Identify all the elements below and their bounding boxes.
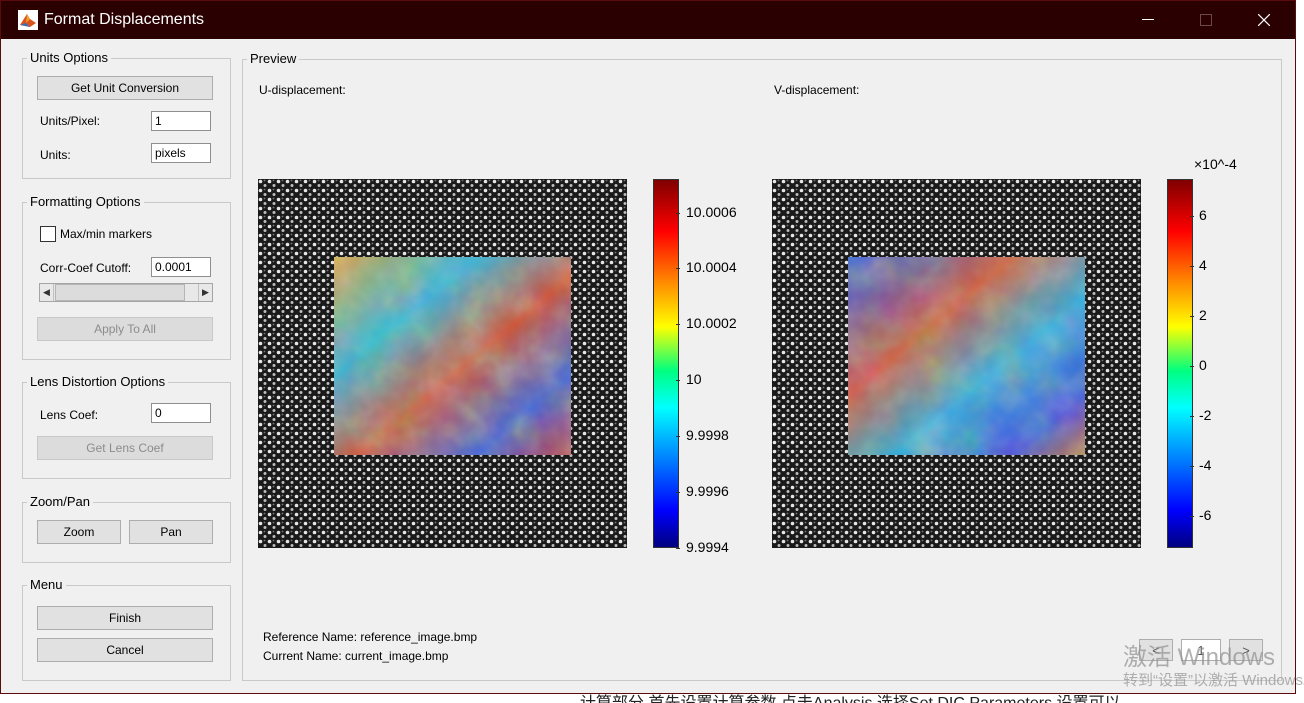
get-unit-conversion-button[interactable]: Get Unit Conversion (37, 76, 213, 100)
colorbar-tick-label: 10.0004 (686, 259, 737, 276)
colorbar-tick-mark (676, 380, 680, 382)
get-lens-coef-button[interactable]: Get Lens Coef (37, 436, 213, 460)
colorbar-tick-label: -6 (1199, 506, 1212, 523)
colorbar-tick-mark (676, 268, 680, 270)
colorbar-tick-mark (1190, 316, 1194, 318)
max-min-markers-label: Max/min markers (60, 227, 153, 241)
max-min-markers-checkbox[interactable] (40, 226, 56, 242)
colorbar-tick-mark (676, 548, 680, 549)
colorbar-tick-label: 2 (1199, 307, 1207, 324)
colorbar-tick-label: 9.9996 (686, 483, 729, 500)
lens-distortion-group: Lens Distortion Options (22, 374, 231, 479)
colorbar-tick-mark (676, 212, 680, 214)
v-displacement-label: V-displacement: (774, 83, 860, 97)
colorbar-tick-mark (1190, 465, 1194, 467)
v-colorbar (1167, 179, 1193, 548)
colorbar-tick-label: 10 (686, 371, 702, 388)
colorbar-tick-label: -2 (1199, 406, 1212, 423)
minimize-button[interactable] (1119, 1, 1177, 39)
units-input[interactable] (151, 143, 211, 163)
colorbar-tick-label: 4 (1199, 257, 1207, 274)
lens-distortion-title: Lens Distortion Options (27, 374, 169, 389)
corr-coef-slider[interactable]: ◀ ▶ (39, 283, 213, 302)
corr-coef-cutoff-label: Corr-Coef Cutoff: (40, 261, 132, 275)
units-per-pixel-label: Units/Pixel: (40, 114, 101, 128)
windows-activation-subtext: 转到“设置”以激活 Windows。 (1123, 672, 1304, 689)
current-name-text: Current Name: current_image.bmp (263, 649, 449, 663)
v-colorbar-exponent: ×10^-4 (1194, 156, 1237, 172)
u-displacement-label: U-displacement: (259, 83, 346, 97)
colorbar-tick-mark (676, 492, 680, 494)
colorbar-tick-mark (1190, 515, 1194, 517)
menu-title: Menu (27, 577, 66, 592)
u-displacement-image (258, 179, 627, 548)
zoom-pan-title: Zoom/Pan (27, 494, 93, 509)
colorbar-tick-mark (676, 324, 680, 326)
colorbar-tick-label: 6 (1199, 207, 1207, 224)
colorbar-tick-mark (676, 436, 680, 438)
units-options-title: Units Options (27, 50, 112, 65)
v-displacement-plot[interactable] (772, 179, 1141, 548)
close-button[interactable] (1235, 1, 1293, 39)
slider-right-arrow-icon[interactable]: ▶ (198, 284, 212, 301)
colorbar-tick-label: 9.9998 (686, 427, 729, 444)
slider-left-arrow-icon[interactable]: ◀ (40, 284, 54, 301)
corr-coef-cutoff-input[interactable] (151, 257, 211, 277)
finish-button[interactable]: Finish (37, 606, 213, 630)
maximize-button[interactable] (1177, 1, 1235, 39)
colorbar-tick-mark (1190, 266, 1194, 268)
u-colorbar-ticks: 10.0006 10.0004 10.0002 10 9.9998 9.9996 9.999… (676, 179, 756, 555)
colorbar-tick-label: 10.0006 (686, 203, 737, 220)
format-displacements-window: Format Displacements Units Options Get U… (0, 0, 1296, 694)
lens-coef-label: Lens Coef: (40, 408, 99, 422)
reference-name-text: Reference Name: reference_image.bmp (263, 630, 478, 644)
colorbar-tick-mark (1190, 216, 1194, 218)
zoom-button[interactable]: Zoom (37, 520, 121, 544)
slider-thumb[interactable] (55, 284, 185, 301)
preview-title: Preview (247, 51, 300, 66)
colorbar-tick-label: 10.0002 (686, 315, 737, 332)
u-displacement-plot[interactable] (258, 179, 627, 548)
colorbar-tick-label: 9.9994 (686, 539, 729, 555)
windows-activation-watermark: 激活 Windows (1123, 644, 1276, 671)
colorbar-tick-label: -4 (1199, 456, 1212, 473)
formatting-options-title: Formatting Options (27, 194, 144, 209)
cancel-button[interactable]: Cancel (37, 638, 213, 662)
menu-group: Menu (22, 577, 231, 681)
lens-coef-input[interactable] (151, 403, 211, 423)
close-icon (1258, 14, 1270, 26)
colorbar-tick-label: 0 (1199, 356, 1207, 373)
colorbar-tick-mark (1190, 365, 1194, 367)
units-per-pixel-input[interactable] (151, 111, 211, 131)
colorbar-tick-mark (1190, 415, 1194, 417)
units-label: Units: (40, 148, 71, 162)
matlab-logo-icon (18, 10, 38, 30)
apply-to-all-button[interactable]: Apply To All (37, 317, 213, 341)
window-title: Format Displacements (44, 11, 205, 28)
title-bar: Format Displacements (1, 1, 1295, 39)
pan-button[interactable]: Pan (129, 520, 213, 544)
v-colorbar-ticks: 6 4 2 0 -2 -4 -6 (1190, 179, 1239, 548)
v-displacement-image (772, 179, 1141, 548)
